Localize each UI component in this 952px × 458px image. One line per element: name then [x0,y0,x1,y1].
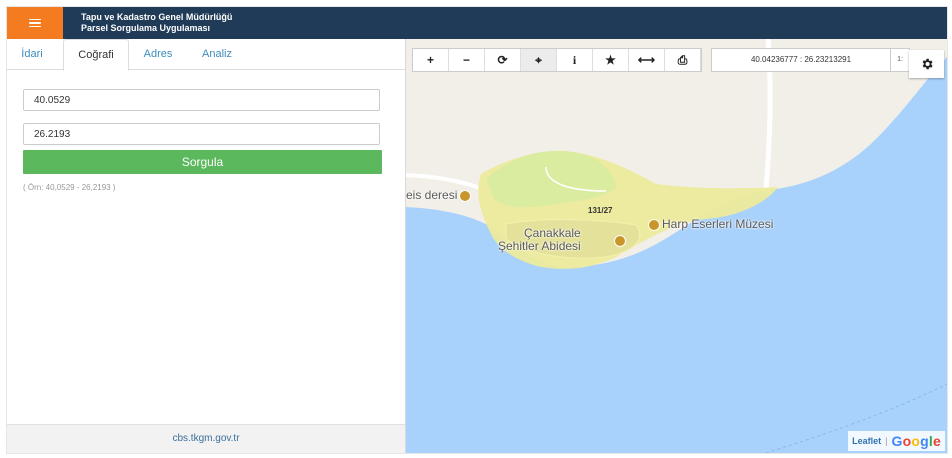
hamburger-icon [29,18,41,28]
gear-icon [922,58,933,70]
parcel-number-label: 131/27 [588,206,613,215]
map-label-monument: Çanakkale [524,227,581,239]
star-icon[interactable]: ★ [593,49,629,71]
query-button[interactable]: Sorgula [23,150,382,174]
coordinate-hint: ( Örn: 40,0529 - 26,2193 ) [23,183,116,192]
query-panel: İdari Coğrafi Adres Analiz 40.0529 26.21… [7,39,406,453]
latitude-input[interactable]: 40.0529 [23,89,380,111]
tab-bar: İdari Coğrafi Adres Analiz [7,39,405,71]
museum-label-text: Harp Eserleri Müzesi [662,217,774,231]
map-label-monument-2: Şehitler Abidesi [498,239,581,253]
map-label-deresi: eis deresi [406,188,473,202]
map-label-deresi-text: eis deresi [406,188,458,202]
info-icon[interactable]: i [557,49,593,71]
map-view[interactable]: + − ⟳ ⌖ i ★ ⟷ ⎙ 40.04236777 : 26.2321329… [406,39,947,453]
footer-link[interactable]: cbs.tkgm.gov.tr [7,424,405,453]
monument-poi-icon [614,234,626,247]
app-frame: Tapu ve Kadastro Genel Müdürlüğü Parsel … [7,7,947,453]
menu-button[interactable] [7,7,63,39]
monument-poi-wrapper [612,233,628,247]
tab-adres[interactable]: Adres [133,39,183,69]
google-logo: Google [891,433,941,449]
museum-poi-icon [648,218,660,231]
print-icon[interactable]: ⎙ [665,49,701,71]
app-title: Tapu ve Kadastro Genel Müdürlüğü Parsel … [81,12,232,34]
tab-cografi[interactable]: Coğrafi [63,39,129,71]
poi-marker-icon [459,189,472,202]
app-header: Tapu ve Kadastro Genel Müdürlüğü Parsel … [7,7,947,39]
scale-readout: 1: [890,48,910,72]
map-attribution: Leaflet | Google [848,431,945,451]
app-title-line2: Parsel Sorgulama Uygulaması [81,23,211,33]
settings-button[interactable] [909,50,944,78]
app-title-line1: Tapu ve Kadastro Genel Müdürlüğü [81,12,233,22]
refresh-icon[interactable]: ⟳ [485,49,521,71]
monument-label-line2: Şehitler Abidesi [498,239,581,253]
land-area [406,39,947,268]
map-canvas [406,39,947,453]
map-label-museum: Harp Eserleri Müzesi [646,217,773,231]
tab-analiz[interactable]: Analiz [189,39,245,69]
tab-idari[interactable]: İdari [13,39,51,69]
measure-icon[interactable]: ⟷ [629,49,665,71]
leaflet-link[interactable]: Leaflet [852,436,881,446]
locate-icon[interactable]: ⌖ [521,49,557,71]
zoom-in-icon[interactable]: + [413,49,449,71]
coordinate-readout: 40.04236777 : 26.23213291 [711,48,891,72]
monument-label-line1: Çanakkale [524,226,581,240]
zoom-out-icon[interactable]: − [449,49,485,71]
map-toolbar: + − ⟳ ⌖ i ★ ⟷ ⎙ [412,48,702,72]
longitude-input[interactable]: 26.2193 [23,123,380,145]
